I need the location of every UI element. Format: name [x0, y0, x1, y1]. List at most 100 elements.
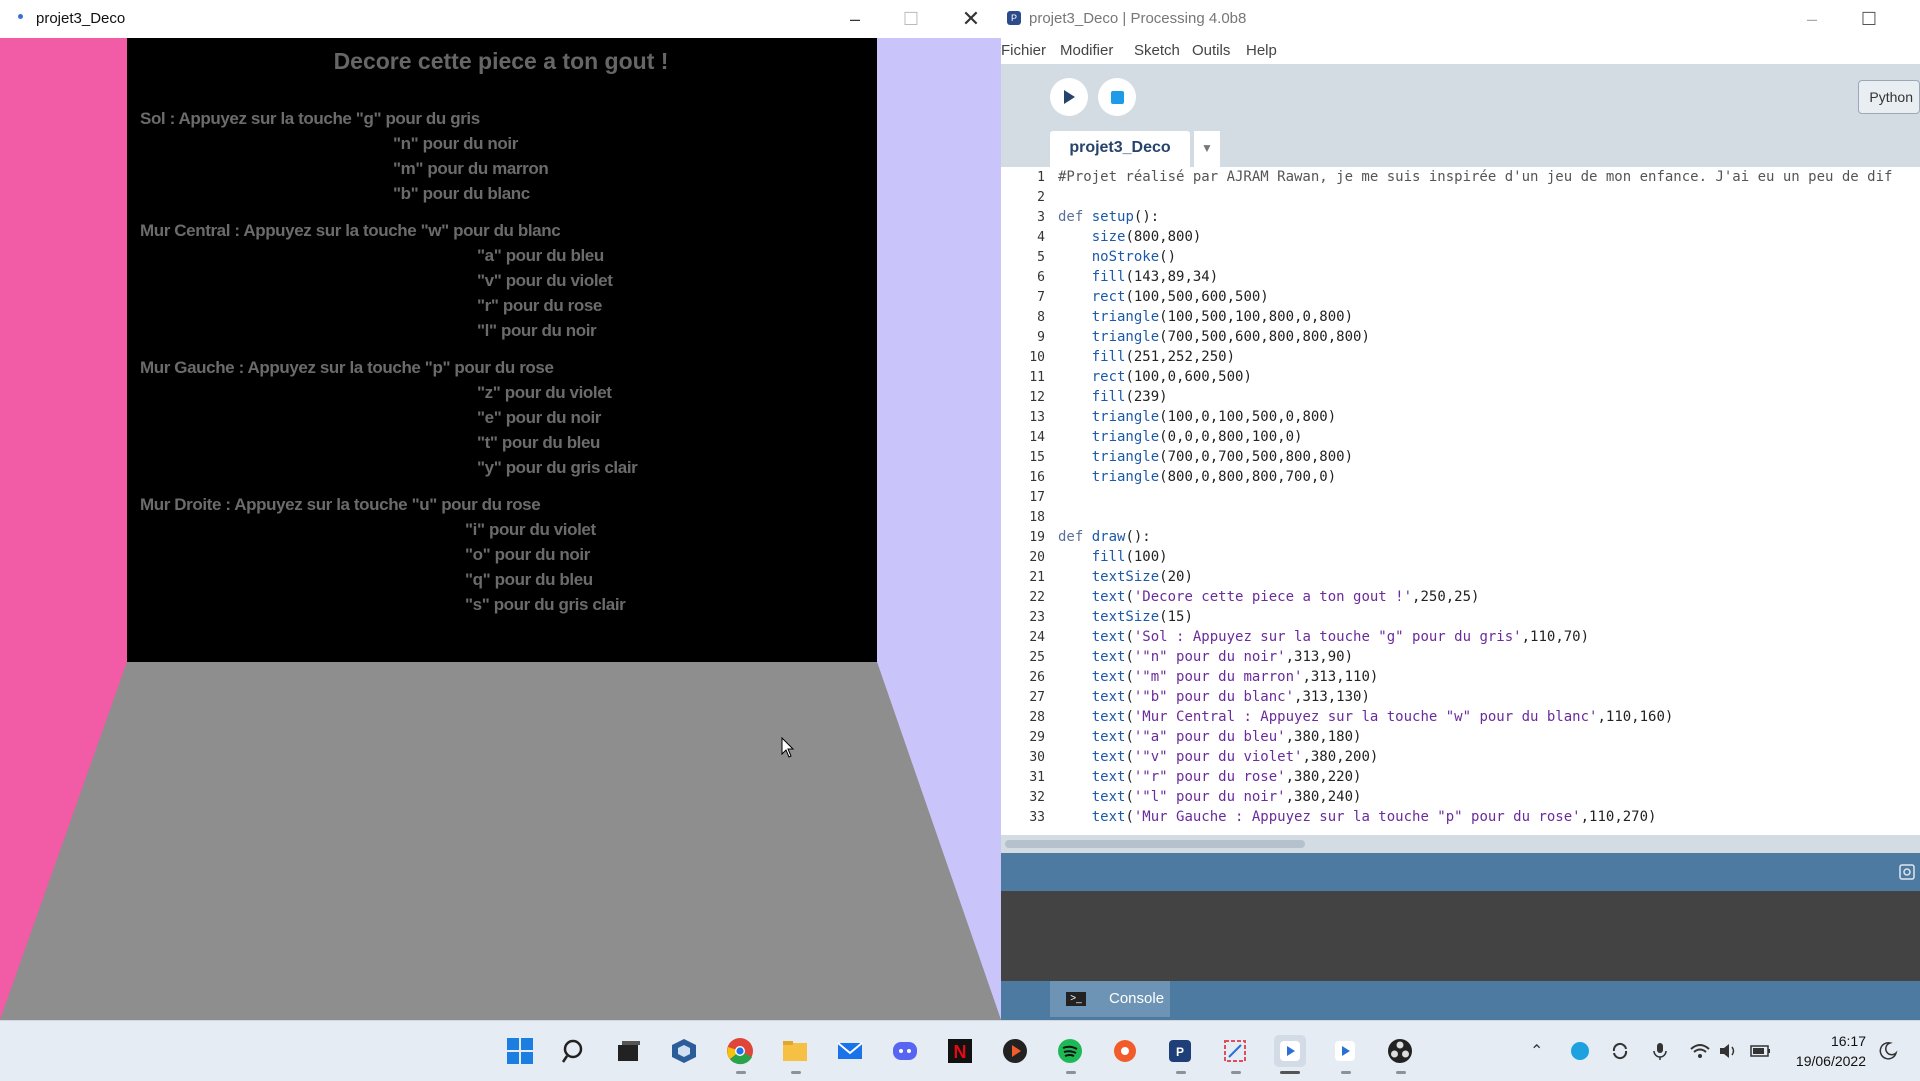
obs-icon[interactable] [1384, 1035, 1416, 1067]
processing-sketch-icon[interactable] [1329, 1035, 1361, 1067]
microphone-icon[interactable] [1650, 1041, 1670, 1066]
line-number: 29 [1029, 730, 1045, 745]
mouse-cursor-icon [781, 737, 795, 758]
task-view-icon[interactable] [613, 1035, 645, 1067]
instruction-line: "b" pour du blanc [393, 184, 530, 203]
instruction-line: "e" pour du noir [477, 408, 601, 427]
running-indicator [1396, 1071, 1406, 1074]
terminal-icon: >_ [1066, 992, 1086, 1006]
ide-maximize-button[interactable]: ☐ [1841, 0, 1897, 38]
status-bar [1001, 853, 1920, 891]
ide-titlebar[interactable]: P projet3_Deco | Processing 4.0b8 – ☐ [1001, 0, 1920, 38]
line-number: 16 [1029, 470, 1045, 485]
update-icon[interactable] [1898, 863, 1916, 881]
processing-app-icon[interactable]: P [1164, 1035, 1196, 1067]
line-number: 7 [1037, 290, 1045, 305]
maximize-button[interactable]: ☐ [883, 0, 939, 38]
code-editor[interactable]: 1 2 3 4 5 6 7 8 9 10 11 12 13 14 15 16 17 18 19 20 21 22 23 24 2… [1001, 167, 1920, 835]
code-line: triangle(700,0,700,500,800,800) [1091, 449, 1354, 465]
stop-button[interactable] [1098, 78, 1136, 116]
line-number: 24 [1029, 630, 1045, 645]
line-number: 31 [1029, 770, 1045, 785]
instruction-line: "n" pour du noir [393, 134, 518, 153]
ide-minimize-button[interactable]: – [1784, 0, 1840, 38]
line-number: 18 [1029, 510, 1045, 525]
chevron-up-icon[interactable]: ⌃ [1530, 1041, 1543, 1061]
instruction-line: "y" pour du gris clair [477, 458, 638, 477]
horizontal-scrollbar[interactable] [1001, 835, 1920, 853]
minimize-button[interactable]: – [827, 0, 883, 38]
code-line: triangle(0,0,0,800,100,0) [1091, 429, 1303, 445]
code-line: text('Sol : Appuyez sur la touche "g" po… [1091, 629, 1590, 645]
virtualbox-icon[interactable] [668, 1035, 700, 1067]
search-icon[interactable] [559, 1035, 591, 1067]
spotify-icon[interactable] [1054, 1035, 1086, 1067]
code-line: noStroke() [1091, 249, 1177, 265]
clock[interactable]: 16:17 19/06/2022 [1796, 1031, 1866, 1071]
line-number: 9 [1037, 330, 1045, 345]
sketch-window-title: projet3_Deco [36, 10, 126, 27]
discord-icon[interactable] [889, 1035, 921, 1067]
skype-icon[interactable] [1570, 1041, 1590, 1066]
code-line: text('"b" pour du blanc',313,130) [1091, 689, 1370, 705]
battery-icon[interactable] [1750, 1041, 1772, 1066]
running-indicator [736, 1071, 746, 1074]
sketch-titlebar[interactable]: projet3_Deco – ☐ ✕ [0, 0, 1001, 39]
play-icon [1064, 90, 1075, 104]
code-line: text('"r" pour du rose',380,220) [1091, 769, 1362, 785]
svg-text:P: P [1176, 1045, 1184, 1059]
mode-selector[interactable]: Python [1858, 80, 1920, 114]
tab-bar: projet3_Deco ▼ [1001, 122, 1920, 167]
line-number: 22 [1029, 590, 1045, 605]
running-indicator [791, 1071, 801, 1074]
instruction-line: Mur Droite : Appuyez sur la touche "u" p… [140, 495, 541, 514]
console-tab[interactable]: >_ Console [1050, 981, 1170, 1017]
canvas-title: Decore cette piece a ton gout ! [333, 48, 669, 74]
line-number: 3 [1037, 210, 1045, 225]
snipping-tool-icon[interactable] [1219, 1035, 1251, 1067]
code-line: text('Decore cette piece a ton gout !',2… [1091, 589, 1480, 605]
instruction-line: "z" pour du violet [477, 383, 612, 402]
line-number: 2 [1037, 190, 1045, 205]
line-number: 32 [1029, 790, 1045, 805]
line-number: 6 [1037, 270, 1045, 285]
code-line: textSize(15) [1091, 609, 1193, 625]
orange-app-icon[interactable] [1109, 1035, 1141, 1067]
line-number: 28 [1029, 710, 1045, 725]
sketch-canvas[interactable]: Decore cette piece a ton gout ! Sol : Ap… [0, 38, 1001, 1020]
tab-dropdown-button[interactable]: ▼ [1194, 131, 1220, 167]
processing-icon [18, 14, 23, 19]
console-output[interactable] [1001, 891, 1920, 981]
code-line: def draw(): [1058, 529, 1151, 545]
taskbar: N P ⌃ 16:17 19/06/2022 [0, 1020, 1920, 1081]
running-indicator [1066, 1071, 1076, 1074]
wifi-icon[interactable] [1689, 1041, 1711, 1066]
svg-text:N: N [954, 1042, 967, 1062]
media-player-icon[interactable] [999, 1035, 1031, 1067]
menu-modifier[interactable]: Modifier [1060, 42, 1113, 59]
netflix-icon[interactable]: N [944, 1035, 976, 1067]
run-button[interactable] [1050, 78, 1088, 116]
volume-icon[interactable] [1718, 1041, 1738, 1066]
menu-fichier[interactable]: Fichier [1001, 42, 1046, 59]
line-number: 17 [1029, 490, 1045, 505]
line-number: 20 [1029, 550, 1045, 565]
mail-icon[interactable] [834, 1035, 866, 1067]
scrollbar-thumb[interactable] [1005, 840, 1305, 848]
close-button[interactable]: ✕ [943, 0, 999, 38]
chrome-icon[interactable] [724, 1035, 756, 1067]
sync-icon[interactable] [1610, 1041, 1630, 1066]
file-explorer-icon[interactable] [779, 1035, 811, 1067]
instruction-line: Mur Gauche : Appuyez sur la touche "p" p… [140, 358, 554, 377]
line-number: 1 [1037, 170, 1045, 185]
windows-start-icon[interactable] [504, 1035, 536, 1067]
menu-sketch[interactable]: Sketch [1134, 42, 1180, 59]
menu-help[interactable]: Help [1246, 42, 1277, 59]
line-number: 33 [1029, 810, 1045, 825]
notification-icon[interactable] [1878, 1041, 1898, 1066]
tab-projet3-deco[interactable]: projet3_Deco [1050, 131, 1190, 167]
line-number: 5 [1037, 250, 1045, 265]
processing-sketch-icon[interactable] [1274, 1035, 1306, 1067]
menu-outils[interactable]: Outils [1192, 42, 1230, 59]
line-number-gutter: 1 2 3 4 5 6 7 8 9 10 11 12 13 14 15 16 17 18 19 20 21 22 23 24 2… [1001, 167, 1045, 835]
